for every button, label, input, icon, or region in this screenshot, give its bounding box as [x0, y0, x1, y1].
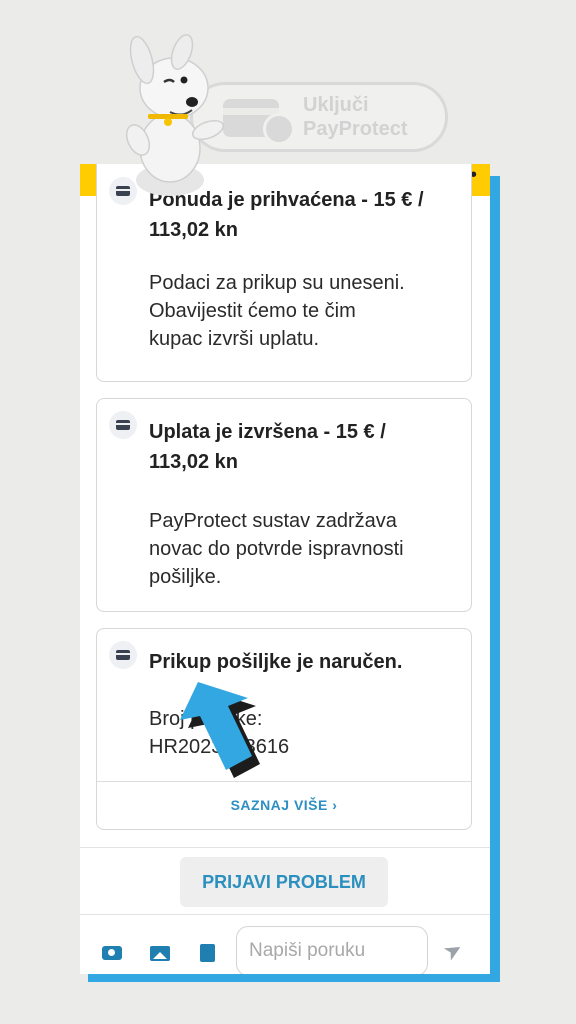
chat-screen: ← sd ••• Ponuda je prihvaćena - 15 € / 1… [80, 164, 490, 974]
card-title: Uplata je izvršena - 15 € / 113,02 kn [149, 417, 449, 477]
card-title-line-1: Uplata je izvršena - 15 € / [149, 421, 386, 443]
payment-card-icon [109, 411, 137, 439]
image-icon[interactable] [150, 946, 170, 961]
payprotect-promo-text: Uključi PayProtect [303, 93, 443, 141]
card-body: PayProtect sustav zadržava novac do potv… [149, 507, 459, 591]
learn-more-link[interactable]: SAZNAJ VIŠE › [97, 797, 471, 813]
message-input[interactable] [236, 926, 428, 974]
paw-icon [263, 113, 295, 145]
card-title-line-2: 113,02 kn [149, 451, 238, 473]
card-body-line: Podaci za prikup su uneseni. [149, 272, 405, 294]
card-body-line: pošiljke. [149, 566, 222, 588]
payment-card-icon [109, 641, 137, 669]
card-body-line: Obavijestit ćemo te čim [149, 300, 356, 322]
promo-line-2: PayProtect [303, 118, 408, 140]
promo-line-1: Uključi [303, 94, 369, 116]
status-card-payment-done: Uplata je izvršena - 15 € / 113,02 kn Pa… [96, 398, 472, 612]
pointer-arrow-graphic [180, 682, 260, 778]
card-body-line: novac do potvrde ispravnosti [149, 538, 404, 560]
report-problem-button[interactable]: PRIJAVI PROBLEM [180, 857, 388, 907]
divider [80, 847, 490, 848]
send-icon[interactable]: ➤ [439, 935, 468, 967]
card-body-line: PayProtect sustav zadržava [149, 510, 397, 532]
camera-icon[interactable] [102, 946, 122, 960]
dog-mascot-image [125, 34, 225, 196]
divider [80, 914, 490, 915]
card-body-line: kupac izvrši uplatu. [149, 328, 320, 350]
card-title-line-2: 113,02 kn [149, 219, 238, 241]
document-icon[interactable] [200, 944, 215, 962]
card-body: Podaci za prikup su uneseni. Obavijestit… [149, 269, 459, 353]
card-title: Prikup pošiljke je naručen. [149, 651, 403, 673]
